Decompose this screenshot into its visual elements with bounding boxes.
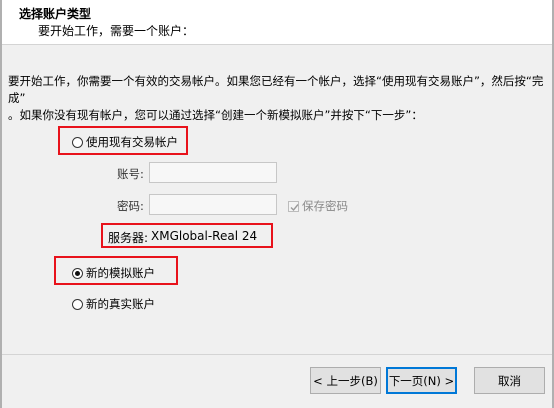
page-title: 选择账户类型 [19, 7, 92, 21]
radio-new-real[interactable]: 新的真实账户 [72, 296, 155, 312]
radio-button[interactable] [72, 136, 83, 148]
window-edge-left [0, 0, 2, 408]
radio-existing-account[interactable]: 使用现有交易帐户 [72, 134, 178, 150]
password-label: 密码: [117, 199, 144, 213]
radio-new-real-label: 新的真实账户 [86, 297, 155, 311]
next-button[interactable]: 下一页(N) > [386, 367, 457, 394]
cancel-button[interactable]: 取消 [474, 367, 545, 394]
footer-divider [0, 354, 554, 355]
server-value: XMGlobal-Real 24 [151, 229, 258, 243]
radio-button[interactable] [72, 298, 83, 310]
radio-button-selected[interactable] [72, 267, 83, 279]
back-button[interactable]: < 上一步(B) [310, 367, 381, 394]
radio-new-demo-label: 新的模拟账户 [86, 266, 155, 280]
account-label: 账号: [117, 167, 144, 181]
save-password-checkbox[interactable]: 保存密码 [288, 198, 348, 214]
radio-new-demo[interactable]: 新的模拟账户 [72, 265, 155, 281]
save-password-label: 保存密码 [302, 199, 348, 213]
wizard-header: 选择账户类型 要开始工作，需要一个账户： [0, 0, 554, 44]
password-field[interactable] [149, 194, 277, 215]
radio-existing-account-label: 使用现有交易帐户 [86, 135, 178, 149]
account-field[interactable] [149, 162, 277, 183]
instructions-text: 要开始工作，你需要一个有效的交易帐户。如果您已经有一个帐户，选择“使用现有交易账… [8, 74, 544, 122]
page-subtitle: 要开始工作，需要一个账户： [38, 24, 195, 38]
server-label: 服务器: [108, 231, 149, 245]
save-password-check-icon[interactable] [288, 200, 299, 212]
